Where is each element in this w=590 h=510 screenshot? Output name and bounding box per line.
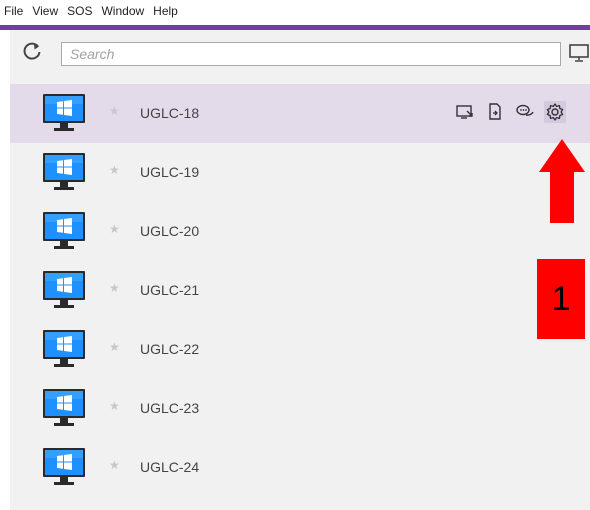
list-item[interactable]: ★ UGLC-20: [10, 202, 590, 261]
list-item[interactable]: ★ UGLC-19: [10, 143, 590, 202]
windows-monitor-icon: [40, 271, 88, 311]
file-transfer-icon[interactable]: [484, 101, 506, 123]
favorite-star-icon[interactable]: ★: [109, 399, 120, 413]
favorite-star-icon[interactable]: ★: [109, 458, 120, 472]
device-name: UGLC-20: [140, 223, 200, 239]
remote-view-icon[interactable]: [454, 101, 476, 123]
windows-monitor-icon: [40, 212, 88, 252]
device-name: UGLC-23: [140, 400, 200, 416]
menu-view[interactable]: View: [32, 4, 58, 18]
menu-file[interactable]: File: [4, 4, 23, 18]
list-item[interactable]: ★ UGLC-22: [10, 320, 590, 379]
favorite-star-icon[interactable]: ★: [109, 281, 120, 295]
device-name: UGLC-21: [140, 282, 200, 298]
list-item[interactable]: ★ UGLC-18: [10, 84, 590, 143]
menu-bar: File View SOS Window Help: [0, 0, 590, 26]
menu-help[interactable]: Help: [153, 4, 178, 18]
favorite-star-icon[interactable]: ★: [109, 222, 120, 236]
windows-monitor-icon: [40, 330, 88, 370]
favorite-star-icon[interactable]: ★: [109, 340, 120, 354]
favorite-star-icon[interactable]: ★: [109, 104, 120, 118]
windows-monitor-icon: [40, 153, 88, 193]
annotation-callout: 1: [537, 259, 585, 339]
windows-monitor-icon: [40, 389, 88, 429]
monitor-icon[interactable]: [568, 42, 590, 64]
device-name: UGLC-24: [140, 459, 200, 475]
device-name: UGLC-19: [140, 164, 200, 180]
search-input[interactable]: Search: [61, 42, 561, 66]
favorite-star-icon[interactable]: ★: [109, 163, 120, 177]
device-panel: Search ★ UGLC-18 ★ UGLC-19 ★ UGLC-20 ★ UGLC-21 ★…: [10, 30, 590, 510]
list-item[interactable]: ★ UGLC-21: [10, 261, 590, 320]
gear-icon[interactable]: [544, 101, 566, 123]
device-name: UGLC-18: [140, 105, 200, 121]
red-up-arrow: [539, 139, 585, 223]
menu-window[interactable]: Window: [101, 4, 144, 18]
device-list: ★ UGLC-18 ★ UGLC-19 ★ UGLC-20 ★ UGLC-21 ★ UGLC-22…: [10, 84, 590, 497]
list-item[interactable]: ★ UGLC-24: [10, 438, 590, 497]
windows-monitor-icon: [40, 448, 88, 488]
toolbar: Search: [10, 30, 590, 79]
windows-monitor-icon: [40, 94, 88, 134]
refresh-icon[interactable]: [21, 40, 43, 62]
menu-sos[interactable]: SOS: [67, 4, 92, 18]
device-name: UGLC-22: [140, 341, 200, 357]
list-item[interactable]: ★ UGLC-23: [10, 379, 590, 438]
chat-icon[interactable]: [514, 101, 536, 123]
